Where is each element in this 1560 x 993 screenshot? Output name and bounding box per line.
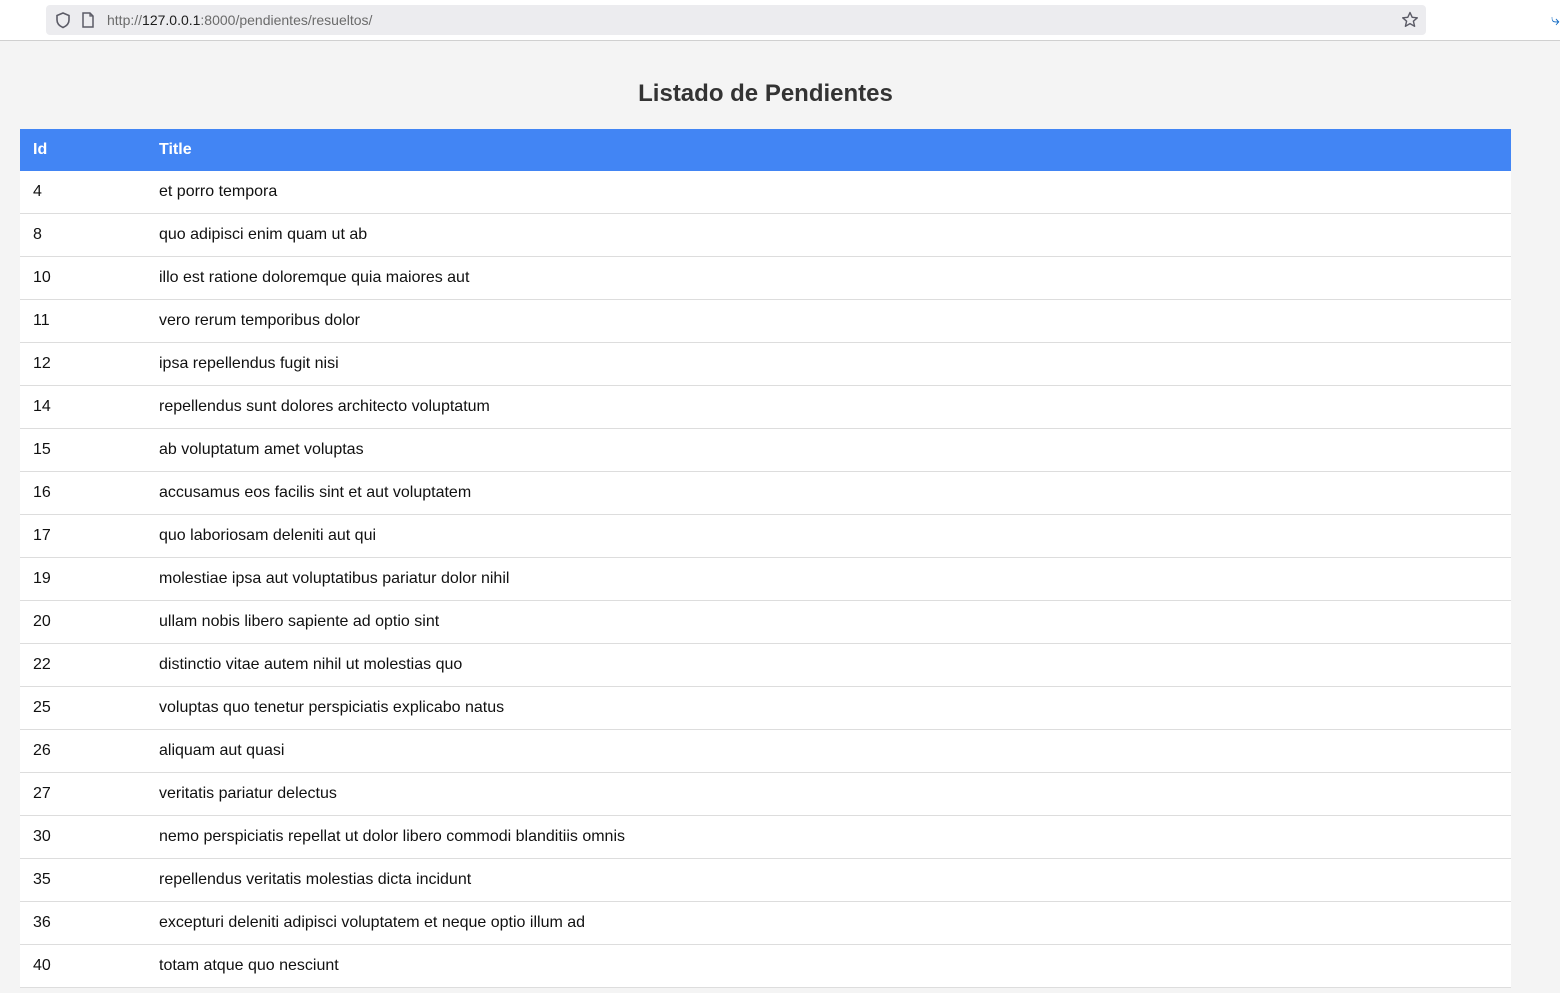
cell-id: 16: [20, 471, 146, 515]
extension-icon[interactable]: ⤷: [1551, 12, 1560, 30]
cell-title: veritatis pariatur delectus: [146, 772, 1511, 816]
table-row: 30 nemo perspiciatis repellat ut dolor li…: [20, 815, 1511, 859]
cell-id: 11: [20, 299, 146, 343]
cell-id: 27: [20, 772, 146, 816]
cell-title: illo est ratione doloremque quia maiores…: [146, 256, 1511, 300]
cell-title: aliquam aut quasi: [146, 729, 1511, 773]
cell-title: quo laboriosam deleniti aut qui: [146, 514, 1511, 558]
cell-id: 8: [20, 213, 146, 257]
cell-id: 30: [20, 815, 146, 859]
cell-id: 40: [20, 944, 146, 988]
cell-title: ipsa repellendus fugit nisi: [146, 342, 1511, 386]
cell-id: 12: [20, 342, 146, 386]
table-row: 40 totam atque quo nesciunt: [20, 944, 1511, 988]
column-header-title: Title: [159, 141, 192, 158]
table-row: 22 distinctio vitae autem nihil ut molest…: [20, 643, 1511, 687]
cell-id: 25: [20, 686, 146, 730]
cell-title: totam atque quo nesciunt: [146, 944, 1511, 988]
table-row: 20 ullam nobis libero sapiente ad optio s…: [20, 600, 1511, 644]
table-row: 8 quo adipisci enim quam ut ab: [20, 213, 1511, 257]
page-title: Listado de Pendientes: [638, 80, 893, 107]
browser-toolbar: http://127.0.0.1:8000/pendientes/resuelt…: [0, 0, 1560, 41]
table-row: 19 molestiae ipsa aut voluptatibus pariat…: [20, 557, 1511, 601]
table-row: 16 accusamus eos facilis sint et aut volu…: [20, 471, 1511, 515]
cell-id: 20: [20, 600, 146, 644]
cell-id: 36: [20, 901, 146, 945]
column-header-id: Id: [33, 141, 48, 158]
cell-title: voluptas quo tenetur perspiciatis explic…: [146, 686, 1511, 730]
table-row: 25 voluptas quo tenetur perspiciatis expl…: [20, 686, 1511, 730]
cell-id: 10: [20, 256, 146, 300]
cell-title: repellendus sunt dolores architecto volu…: [146, 385, 1511, 429]
cell-title: molestiae ipsa aut voluptatibus pariatur…: [146, 557, 1511, 601]
cell-id: 35: [20, 858, 146, 902]
cell-id: 15: [20, 428, 146, 472]
table-header-row: Id Title: [20, 129, 1511, 171]
table-body: 4 et porro tempora 8 quo adipisci enim quam…: [20, 171, 1511, 988]
url-text[interactable]: http://127.0.0.1:8000/pendientes/resuelt…: [107, 12, 372, 28]
table-row: 36 excepturi deleniti adipisci voluptatem…: [20, 901, 1511, 945]
table-row: 12 ipsa repellendus fugit nisi: [20, 342, 1511, 386]
table-row: 35 repellendus veritatis molestias dicta …: [20, 858, 1511, 902]
address-bar[interactable]: http://127.0.0.1:8000/pendientes/resuelt…: [46, 5, 1426, 35]
cell-title: excepturi deleniti adipisci voluptatem e…: [146, 901, 1511, 945]
cell-title: ullam nobis libero sapiente ad optio sin…: [146, 600, 1511, 644]
page-icon: [82, 12, 94, 28]
table-row: 17 quo laboriosam deleniti aut qui: [20, 514, 1511, 558]
cell-title: distinctio vitae autem nihil ut molestia…: [146, 643, 1511, 687]
cell-id: 14: [20, 385, 146, 429]
pendientes-table-container: Id Title 4 et porro tempora 8 quo adipisci …: [20, 129, 1511, 988]
cell-title: vero rerum temporibus dolor: [146, 299, 1511, 343]
pendientes-table: Id Title 4 et porro tempora 8 quo adipisci …: [20, 129, 1511, 988]
table-row: 14 repellendus sunt dolores architecto vo…: [20, 385, 1511, 429]
cell-id: 26: [20, 729, 146, 773]
table-row: 10 illo est ratione doloremque quia maior…: [20, 256, 1511, 300]
cell-id: 17: [20, 514, 146, 558]
table-row: 4 et porro tempora: [20, 171, 1511, 214]
table-row: 11 vero rerum temporibus dolor: [20, 299, 1511, 343]
cell-id: 19: [20, 557, 146, 601]
bookmark-star-icon[interactable]: [1400, 10, 1420, 30]
cell-id: 4: [20, 171, 146, 214]
table-row: 27 veritatis pariatur delectus: [20, 772, 1511, 816]
cell-id: 22: [20, 643, 146, 687]
table-row: 15 ab voluptatum amet voluptas: [20, 428, 1511, 472]
cell-title: ab voluptatum amet voluptas: [146, 428, 1511, 472]
shield-icon[interactable]: [54, 11, 72, 29]
cell-title: accusamus eos facilis sint et aut volupt…: [146, 471, 1511, 515]
table-row: 26 aliquam aut quasi: [20, 729, 1511, 773]
cell-title: et porro tempora: [146, 171, 1511, 214]
cell-title: nemo perspiciatis repellat ut dolor libe…: [146, 815, 1511, 859]
cell-title: quo adipisci enim quam ut ab: [146, 213, 1511, 257]
cell-title: repellendus veritatis molestias dicta in…: [146, 858, 1511, 902]
